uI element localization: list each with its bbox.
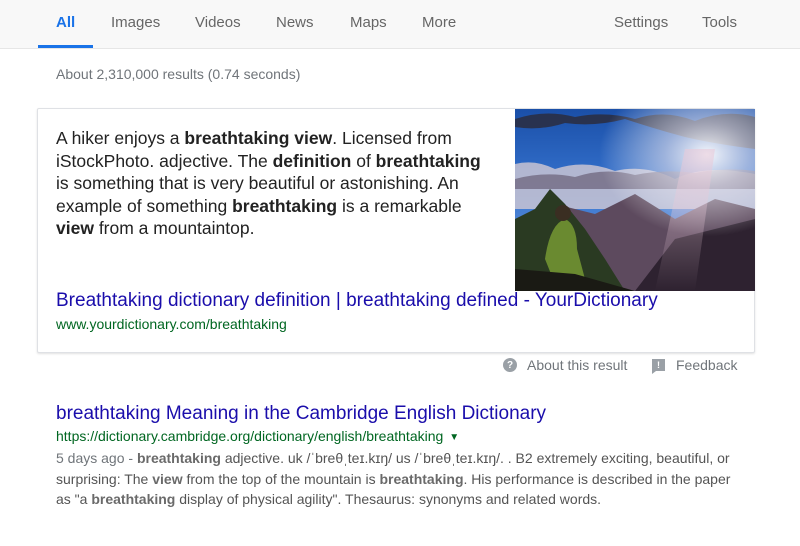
snippet-text: A hiker enjoys a [56, 128, 185, 148]
settings-link[interactable]: Settings [614, 14, 668, 31]
tools-link[interactable]: Tools [702, 14, 737, 31]
question-circle-icon: ? [503, 358, 517, 372]
feedback-flag-icon: ! [652, 359, 665, 374]
result-url-text: https://dictionary.cambridge.org/diction… [56, 428, 444, 444]
snippet-text: of [351, 150, 376, 171]
feedback-label: Feedback [676, 357, 738, 373]
feedback-button[interactable]: ! Feedback [652, 357, 738, 374]
result-url: https://dictionary.cambridge.org/diction… [56, 427, 746, 447]
result-snippet: 5 days ago - breathtaking adjective. uk … [56, 448, 746, 510]
highlighted-term: view [56, 218, 94, 238]
highlighted-term: breathtaking [136, 450, 221, 466]
snippet-text: from a mountaintop. [93, 218, 255, 238]
active-tab-indicator [38, 45, 93, 48]
highlighted-term: breathtaking [91, 491, 176, 507]
featured-snippet-image[interactable] [515, 109, 755, 291]
highlighted-term: view [152, 470, 183, 487]
tab-images[interactable]: Images [111, 14, 160, 31]
featured-snippet: A hiker enjoys a breathtaking view. Lice… [37, 108, 755, 353]
url-options-caret-icon[interactable]: ▼ [449, 432, 459, 443]
search-tabs-bar: All Images Videos News Maps More Setting… [0, 0, 800, 49]
featured-result-title-link[interactable]: Breathtaking dictionary definition | bre… [56, 290, 658, 312]
highlighted-term: breathtaking view [184, 128, 333, 148]
tab-videos[interactable]: Videos [195, 14, 241, 31]
result-date: 5 days ago - [56, 450, 137, 466]
highlighted-term: breathtaking [232, 195, 338, 216]
highlighted-term: definition [272, 150, 352, 171]
tab-news[interactable]: News [276, 14, 314, 31]
result-stats: About 2,310,000 results (0.74 seconds) [56, 66, 301, 82]
snippet-text: display of physical agility". Thesaurus:… [175, 491, 602, 507]
snippet-text: is a remarkable [337, 195, 462, 216]
tab-all[interactable]: All [56, 14, 75, 31]
about-this-result-label: About this result [527, 357, 628, 373]
result-title-link[interactable]: breathtaking Meaning in the Cambridge En… [56, 402, 746, 426]
featured-snippet-text: A hiker enjoys a breathtaking view. Lice… [56, 127, 496, 240]
mountain-photo [515, 109, 755, 291]
tab-maps[interactable]: Maps [350, 14, 387, 31]
highlighted-term: breathtaking [375, 150, 481, 171]
about-this-result-button[interactable]: ? About this result [503, 357, 627, 373]
tab-more[interactable]: More [422, 14, 456, 31]
featured-result-url: www.yourdictionary.com/breathtaking [56, 316, 287, 332]
result-snippet-body: breathtaking adjective. uk /ˈbreθˌteɪ.kɪ… [56, 450, 730, 507]
snippet-text: from the top of the mountain is [182, 470, 380, 487]
highlighted-term: breathtaking [379, 470, 464, 487]
search-result: breathtaking Meaning in the Cambridge En… [56, 402, 746, 510]
